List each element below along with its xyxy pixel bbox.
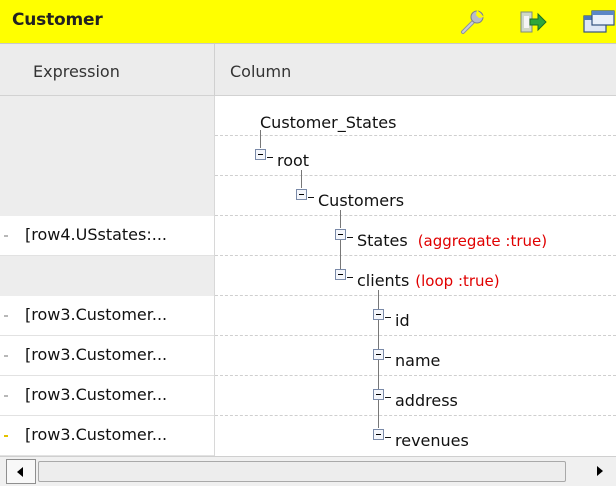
panel-title: Customer [12,10,103,30]
collapse-toggle-icon[interactable] [255,149,266,160]
expression-text: [row3.Customer... [25,385,168,404]
expression-column-header[interactable]: Expression [33,62,120,81]
scrollbar-thumb[interactable] [38,461,566,482]
panel-title-bar: Customer [0,0,616,44]
arrow-right-icon[interactable] [597,466,603,476]
row-separator [215,335,616,336]
expression-column: [row4.USstates:... [row3.Customer... [ro… [0,96,214,456]
collapse-toggle-icon[interactable] [373,389,384,400]
scroll-left-button[interactable] [6,459,36,484]
horizontal-scrollbar[interactable] [0,456,616,486]
tree-connector [340,210,341,228]
tree-node-label[interactable]: Customer_States [260,113,396,132]
column-header-row: Expression Column [0,44,616,96]
tree-node-states[interactable]: States (aggregate :true) [357,231,547,250]
import-arrow-icon[interactable] [518,8,548,36]
expression-cell[interactable]: [row3.Customer... [0,416,214,456]
wrench-icon[interactable] [457,8,487,36]
node-attribute: (loop :true) [415,272,500,290]
expression-text: [row3.Customer... [25,305,168,324]
arrow-left-icon [17,467,23,477]
expression-text: [row4.USstates:... [25,225,167,244]
window-icon[interactable] [580,8,615,36]
expression-cell[interactable] [0,96,214,136]
tree-node-customers[interactable]: Customers [318,191,404,210]
collapse-toggle-icon[interactable] [373,349,384,360]
header-divider [214,44,215,96]
tree-connector [301,170,302,188]
row-separator [215,375,616,376]
expression-cell[interactable]: [row3.Customer... [0,376,214,416]
row-separator [215,175,616,176]
row-separator [215,295,616,296]
collapse-toggle-icon[interactable] [373,429,384,440]
column-column-header[interactable]: Column [230,62,291,81]
expression-cell[interactable] [0,136,214,176]
expression-cell[interactable] [0,256,214,296]
node-attribute: (aggregate :true) [417,232,548,250]
tree-node-name[interactable]: name [395,351,440,370]
row-separator [215,255,616,256]
expression-text: [row3.Customer... [25,425,168,444]
expression-text: [row3.Customer... [25,345,168,364]
tree-node-id[interactable]: id [395,311,410,330]
expression-cell[interactable]: [row3.Customer... [0,296,214,336]
collapse-toggle-icon[interactable] [335,229,346,240]
expression-cell[interactable] [0,176,214,216]
column-tree: Customer_States root Customers States (ag… [215,96,616,456]
tree-connector [340,240,341,270]
row-separator [215,415,616,416]
row-separator [215,135,616,136]
tree-connector [260,130,261,148]
collapse-toggle-icon[interactable] [335,269,346,280]
tree-node-root[interactable]: root [277,151,309,170]
expression-cell[interactable]: [row3.Customer... [0,336,214,376]
expression-cell[interactable]: [row4.USstates:... [0,216,214,256]
tree-node-clients[interactable]: clients (loop :true) [357,271,500,290]
tree-node-address[interactable]: address [395,391,458,410]
tree-node-revenues[interactable]: revenues [395,431,469,450]
collapse-toggle-icon[interactable] [373,309,384,320]
collapse-toggle-icon[interactable] [296,189,307,200]
row-separator [215,215,616,216]
